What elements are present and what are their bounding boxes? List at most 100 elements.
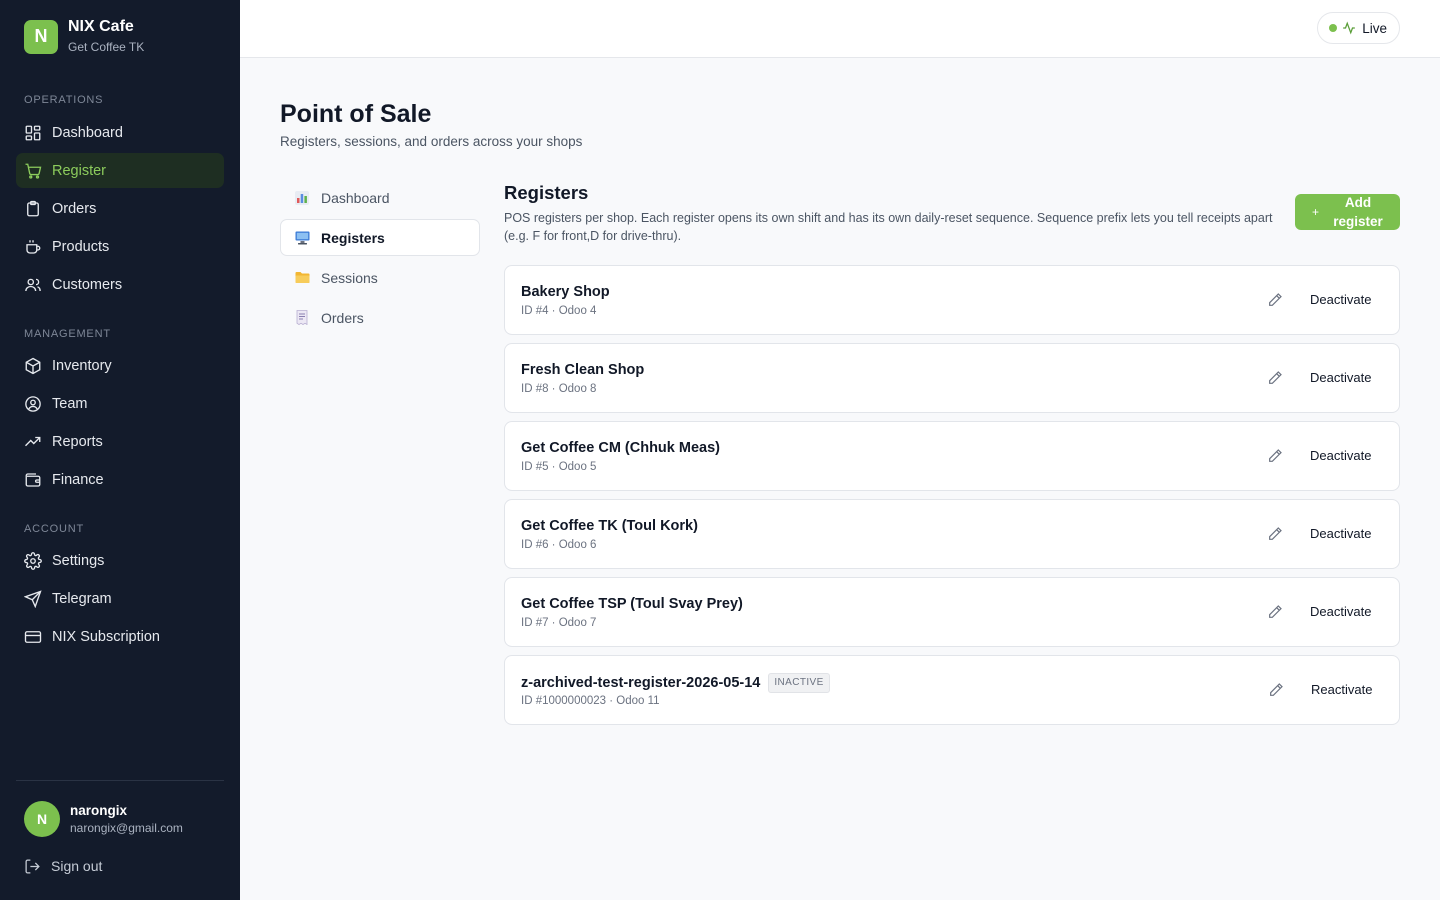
register-meta: ID #4 · Odoo 4: [521, 305, 597, 317]
sidebar-item-label: NIX Subscription: [52, 628, 160, 645]
user-email: narongix@gmail.com: [70, 821, 183, 835]
sidebar-item-products[interactable]: Products: [16, 229, 224, 264]
inactive-badge: INACTIVE: [768, 673, 830, 693]
brand-logo: N: [24, 19, 58, 54]
register-name: Get Coffee TSP (Toul Svay Prey): [521, 596, 743, 612]
edit-pencil-icon[interactable]: [1267, 526, 1283, 542]
nav-section-management: MANAGEMENT Inventory Team Reports Financ…: [16, 326, 224, 497]
brand-name: NIX Cafe: [68, 18, 134, 35]
deactivate-button[interactable]: Deactivate: [1310, 525, 1371, 543]
wallet-icon: [25, 472, 41, 487]
register-meta: ID #5 · Odoo 5: [521, 461, 597, 473]
tab-label: Registers: [321, 229, 385, 246]
register-row: Get Coffee TSP (Toul Svay Prey) ID #7 · …: [504, 577, 1400, 647]
section-description: POS registers per shop. Each register op…: [504, 211, 1273, 243]
deactivate-button[interactable]: Deactivate: [1310, 291, 1371, 309]
user-name: narongix: [70, 803, 128, 818]
sidebar-item-label: Register: [52, 162, 106, 179]
sidebar-item-label: Finance: [52, 471, 104, 488]
edit-pencil-icon[interactable]: [1267, 370, 1283, 386]
add-register-label: Add register: [1333, 195, 1383, 229]
sidebar-item-inventory[interactable]: Inventory: [16, 348, 224, 383]
register-row: z-archived-test-register-2026-05-14 INAC…: [504, 655, 1400, 725]
brand[interactable]: N NIX Cafe Get Coffee TK: [24, 18, 144, 55]
pos-subnav: Dashboard Registers Sessions Orders: [280, 179, 480, 339]
deactivate-button[interactable]: Deactivate: [1310, 603, 1371, 621]
register-row: Get Coffee TK (Toul Kork) ID #6 · Odoo 6…: [504, 499, 1400, 569]
sidebar-item-orders[interactable]: Orders: [16, 191, 224, 226]
credit-card-icon: [24, 630, 42, 643]
page-title: Point of Sale: [280, 100, 432, 128]
page-subtitle: Registers, sessions, and orders across y…: [280, 134, 583, 149]
sidebar-item-label: Reports: [52, 433, 103, 450]
reactivate-button[interactable]: Reactivate: [1311, 681, 1372, 699]
receipt-icon: [294, 310, 310, 326]
register-row: Bakery Shop ID #4 · Odoo 4 Deactivate: [504, 265, 1400, 335]
edit-pencil-icon[interactable]: [1268, 682, 1284, 698]
sidebar-item-telegram[interactable]: Telegram: [16, 581, 224, 616]
tab-registers[interactable]: Registers: [280, 219, 480, 256]
brand-subtitle: Get Coffee TK: [68, 40, 145, 54]
sidebar-item-team[interactable]: Team: [16, 386, 224, 421]
tab-sessions[interactable]: Sessions: [280, 259, 480, 296]
user-profile[interactable]: N narongix narongix@gmail.com: [24, 801, 183, 837]
sidebar-item-finance[interactable]: Finance: [16, 462, 224, 497]
plus-icon: +: [1311, 205, 1319, 219]
register-name: z-archived-test-register-2026-05-14: [521, 675, 761, 691]
tab-label: Dashboard: [321, 189, 390, 206]
sidebar: N NIX Cafe Get Coffee TK OPERATIONS Dash…: [0, 0, 240, 900]
register-meta: ID #8 · Odoo 8: [521, 383, 597, 395]
sidebar-item-label: Telegram: [52, 590, 112, 607]
edit-pencil-icon[interactable]: [1267, 604, 1283, 620]
edit-pencil-icon[interactable]: [1267, 292, 1283, 308]
register-name: Bakery Shop: [521, 284, 610, 300]
nav-heading: MANAGEMENT: [24, 328, 111, 340]
clipboard-icon: [27, 200, 39, 216]
sidebar-item-label: Orders: [52, 200, 97, 217]
register-meta: ID #6 · Odoo 6: [521, 539, 597, 551]
nav-section-account: ACCOUNT Settings Telegram NIX Subscripti…: [16, 521, 224, 654]
nav-section-operations: OPERATIONS Dashboard Register Orders Pro…: [16, 92, 224, 302]
sidebar-item-customers[interactable]: Customers: [16, 267, 224, 302]
live-label: Live: [1362, 20, 1387, 36]
activity-icon: [1343, 21, 1356, 35]
section-title: Registers: [504, 182, 589, 203]
bar-chart-icon: [294, 190, 310, 206]
sidebar-item-label: Settings: [52, 552, 105, 569]
deactivate-button[interactable]: Deactivate: [1310, 369, 1371, 387]
sidebar-divider: [16, 780, 224, 781]
users-icon: [25, 278, 41, 291]
computer-icon: [294, 230, 310, 246]
register-meta: ID #1000000023 · Odoo 11: [521, 695, 660, 707]
logout-icon: [25, 858, 40, 874]
live-dot-icon: [1329, 24, 1338, 32]
sidebar-item-label: Inventory: [52, 357, 112, 374]
live-status-pill[interactable]: Live: [1317, 12, 1400, 44]
sign-out-button[interactable]: Sign out: [24, 856, 102, 876]
sign-out-label: Sign out: [51, 858, 103, 874]
sidebar-item-register[interactable]: Register: [16, 153, 224, 188]
sidebar-item-dashboard[interactable]: Dashboard: [16, 115, 224, 150]
register-meta: ID #7 · Odoo 7: [521, 617, 597, 629]
grid-icon: [25, 125, 41, 140]
box-icon: [25, 357, 41, 374]
folder-icon: [294, 270, 310, 286]
register-row: Fresh Clean Shop ID #8 · Odoo 8 Deactiva…: [504, 343, 1400, 413]
register-name: Fresh Clean Shop: [521, 362, 645, 378]
sidebar-item-nix-subscription[interactable]: NIX Subscription: [16, 619, 224, 654]
gear-icon: [24, 551, 42, 570]
edit-pencil-icon[interactable]: [1267, 448, 1283, 464]
avatar: N: [24, 801, 60, 837]
tab-dashboard[interactable]: Dashboard: [280, 179, 480, 216]
tab-orders[interactable]: Orders: [280, 299, 480, 336]
nav-heading: OPERATIONS: [24, 94, 104, 106]
register-row: Get Coffee CM (Chhuk Meas) ID #5 · Odoo …: [504, 421, 1400, 491]
cart-icon: [25, 163, 42, 179]
sidebar-item-settings[interactable]: Settings: [16, 543, 224, 578]
register-name: Get Coffee CM (Chhuk Meas): [521, 440, 720, 456]
sidebar-item-reports[interactable]: Reports: [16, 424, 224, 459]
deactivate-button[interactable]: Deactivate: [1310, 447, 1371, 465]
add-register-button[interactable]: + Add register: [1295, 194, 1400, 230]
trending-up-icon: [25, 436, 41, 446]
send-icon: [24, 589, 42, 608]
